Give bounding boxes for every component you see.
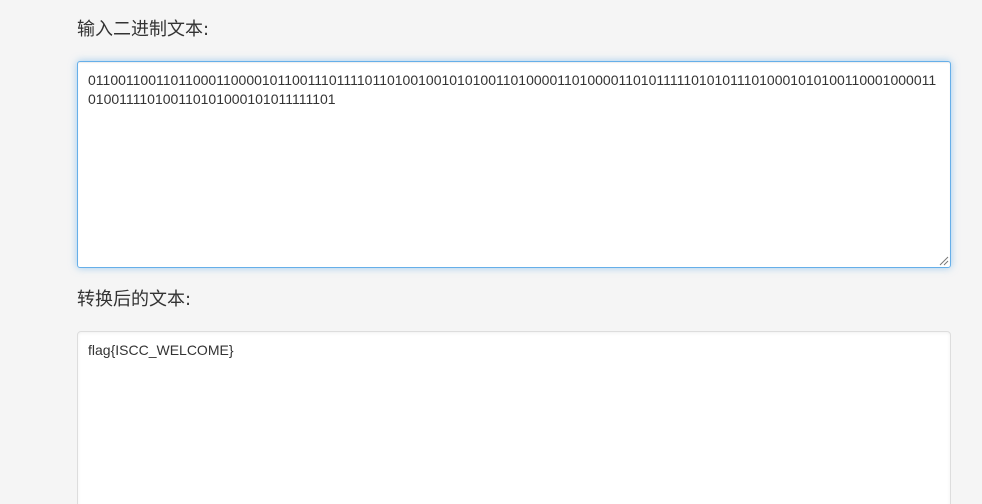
binary-converter-page: 输入二进制文本: 0110011001101100011000010110011… — [0, 0, 982, 504]
binary-input-textarea[interactable]: 0110011001101100011000010110011101111011… — [77, 61, 951, 268]
converted-text-label: 转换后的文本: — [77, 289, 192, 310]
converted-text-output[interactable]: flag{ISCC_WELCOME} — [77, 331, 951, 504]
input-binary-label: 输入二进制文本: — [77, 19, 210, 40]
